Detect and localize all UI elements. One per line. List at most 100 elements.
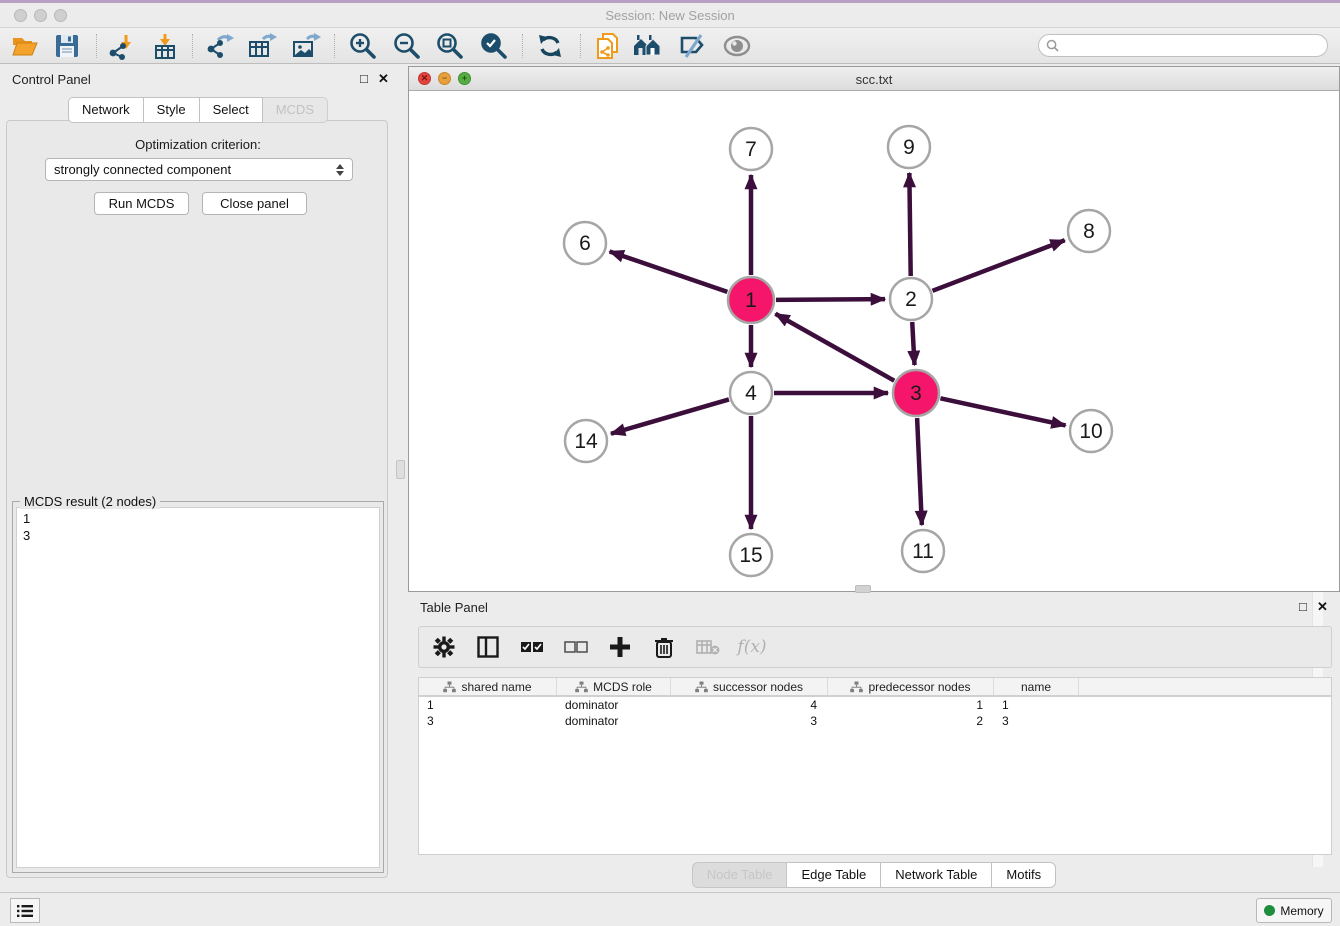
save-session-icon[interactable] (50, 31, 84, 61)
status-bar: Memory (0, 892, 1340, 926)
birds-eye-view-icon[interactable] (720, 31, 754, 61)
control-panel-title: Control Panel (12, 72, 91, 87)
optimization-criterion-label: Optimization criterion: (0, 137, 396, 152)
open-session-icon[interactable] (8, 31, 42, 61)
cell-predecessor-nodes: 1 (828, 697, 994, 713)
toolbar-separator (96, 34, 97, 58)
graph-edge-1-2[interactable] (776, 299, 885, 300)
tab-edge-table[interactable]: Edge Table (787, 862, 881, 888)
graph-node-label-9: 9 (903, 136, 915, 159)
column-header-mcds-role[interactable]: MCDS role (557, 678, 671, 695)
hide-labels-icon[interactable] (676, 31, 710, 61)
export-network-icon[interactable] (202, 31, 236, 61)
graph-edge-2-9[interactable] (909, 173, 910, 276)
toolbar-separator (580, 34, 581, 58)
column-header-predecessor-nodes[interactable]: predecessor nodes (828, 678, 994, 695)
cell-name: 3 (994, 713, 1079, 729)
app-titlebar: Session: New Session (0, 0, 1340, 28)
cell-mcds-role: dominator (557, 713, 671, 729)
search-input[interactable] (1059, 35, 1327, 56)
column-header-shared-name[interactable]: shared name (419, 678, 557, 695)
control-panel-float-icon[interactable]: □ (360, 72, 368, 85)
add-column-icon[interactable] (605, 632, 635, 662)
main-toolbar (0, 28, 1340, 64)
memory-button[interactable]: Memory (1256, 898, 1332, 923)
hierarchy-icon (443, 681, 456, 693)
table-row[interactable]: 1 dominator 4 1 1 (419, 697, 1331, 713)
graph-edge-4-14[interactable] (611, 399, 729, 433)
toolbar-separator (522, 34, 523, 58)
clone-network-icon[interactable] (590, 31, 624, 61)
toolbar-separator (334, 34, 335, 58)
deselect-all-icon[interactable] (561, 632, 591, 662)
cell-mcds-role: dominator (557, 697, 671, 713)
apply-function-icon[interactable]: f(x) (737, 632, 767, 662)
column-layout-icon[interactable] (473, 632, 503, 662)
import-network-icon[interactable] (104, 31, 138, 61)
table-settings-icon[interactable] (429, 632, 459, 662)
tab-motifs[interactable]: Motifs (992, 862, 1056, 888)
network-window-titlebar[interactable]: ✕ − + scc.txt (409, 67, 1339, 91)
refresh-layout-icon[interactable] (533, 31, 567, 61)
table-toolbar: f(x) (418, 626, 1332, 668)
optimization-criterion-select[interactable]: strongly connected component (45, 158, 353, 181)
mcds-result-title: MCDS result (2 nodes) (20, 494, 160, 509)
horizontal-splitter-grip[interactable] (855, 585, 871, 593)
hierarchy-icon (695, 681, 708, 693)
graph-node-label-2: 2 (905, 288, 917, 311)
network-window-title: scc.txt (409, 72, 1339, 87)
column-header-filler (1079, 678, 1331, 695)
graph-node-label-4: 4 (745, 382, 757, 405)
hierarchy-icon (850, 681, 863, 693)
control-panel-tabs: Network Style Select MCDS (0, 97, 396, 123)
tab-node-table[interactable]: Node Table (692, 862, 788, 888)
first-neighbors-icon[interactable] (632, 31, 666, 61)
zoom-in-icon[interactable] (346, 31, 380, 61)
cell-successor-nodes: 3 (671, 713, 828, 729)
table-row[interactable]: 3 dominator 3 2 3 (419, 713, 1331, 729)
graph-edge-2-3[interactable] (912, 322, 914, 365)
mcds-result-textarea[interactable]: 1 3 (16, 507, 380, 868)
tab-select[interactable]: Select (200, 97, 263, 123)
zoom-out-icon[interactable] (390, 31, 424, 61)
mcds-result-line: 3 (23, 527, 373, 544)
column-label: MCDS role (593, 680, 652, 694)
column-label: name (1021, 680, 1051, 694)
select-all-icon[interactable] (517, 632, 547, 662)
close-panel-button[interactable]: Close panel (202, 192, 307, 215)
graph-edge-3-1[interactable] (775, 314, 894, 381)
graph-edge-3-10[interactable] (940, 398, 1065, 425)
tab-network-table[interactable]: Network Table (881, 862, 992, 888)
delete-column-icon[interactable] (649, 632, 679, 662)
table-panel-float-icon[interactable]: □ (1299, 600, 1307, 613)
delete-table-icon[interactable] (693, 632, 723, 662)
select-stepper-icon (336, 164, 344, 176)
vertical-splitter-grip[interactable] (396, 460, 405, 479)
graph-edge-3-11[interactable] (917, 418, 922, 525)
optimization-criterion-value: strongly connected component (54, 162, 231, 177)
column-header-successor-nodes[interactable]: successor nodes (671, 678, 828, 695)
task-history-button[interactable] (10, 898, 40, 923)
export-image-icon[interactable] (289, 31, 323, 61)
search-icon (1046, 39, 1059, 52)
tab-mcds[interactable]: MCDS (263, 97, 328, 123)
tab-style[interactable]: Style (144, 97, 200, 123)
column-header-name[interactable]: name (994, 678, 1079, 695)
cell-shared-name: 1 (419, 697, 557, 713)
graph-edge-1-6[interactable] (610, 251, 728, 291)
zoom-fit-icon[interactable] (433, 31, 467, 61)
hierarchy-icon (575, 681, 588, 693)
column-label: shared name (461, 680, 531, 694)
table-panel-close-icon[interactable]: ✕ (1317, 600, 1328, 613)
cell-successor-nodes: 4 (671, 697, 828, 713)
tab-network[interactable]: Network (68, 97, 144, 123)
network-canvas[interactable]: 7968124314101511 (409, 91, 1339, 591)
zoom-selected-icon[interactable] (477, 31, 511, 61)
run-mcds-button[interactable]: Run MCDS (94, 192, 189, 215)
graph-edge-2-8[interactable] (932, 240, 1064, 291)
control-panel-close-icon[interactable]: ✕ (378, 72, 389, 85)
import-table-icon[interactable] (148, 31, 182, 61)
column-label: predecessor nodes (868, 680, 970, 694)
export-table-icon[interactable] (245, 31, 279, 61)
task-list-icon (16, 903, 34, 919)
